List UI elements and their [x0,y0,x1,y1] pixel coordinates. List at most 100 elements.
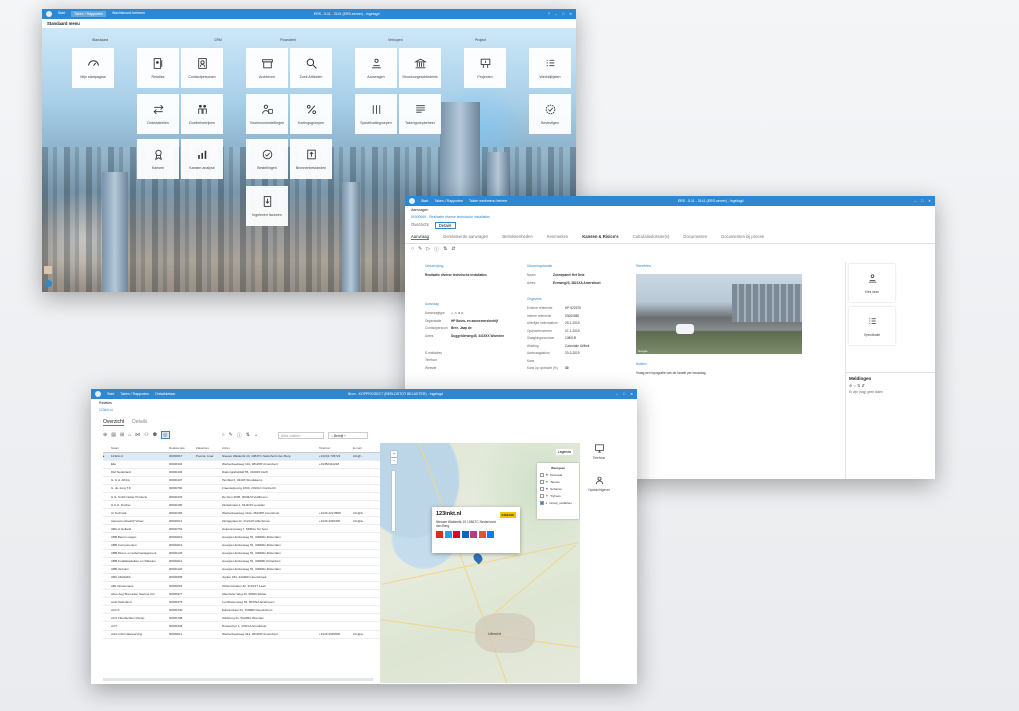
tab-gerelateerde-aanvragen[interactable]: Gerelateerde aanvragen [443,234,488,240]
tile-bronnenbestanden[interactable]: Bronnenbestanden [290,139,332,179]
tab-documenten-bij-proces[interactable]: Documenten bij proces [721,234,764,240]
table-row[interactable]: ABB Componenten 00000013 Georgie Hintzenwe… [103,541,381,550]
refresh-icon[interactable]: ○ [222,432,225,438]
twitter-icon[interactable] [444,531,452,538]
card-icon[interactable]: ▤ [111,432,116,438]
info-icon[interactable]: ⓘ [237,432,242,439]
zoom-slider[interactable] [392,471,395,531]
tile-zoek-artikelen[interactable]: Zoek Artikelen [290,48,332,88]
maximize-icon[interactable]: □ [623,392,625,396]
tile-relaties[interactable]: Relaties [137,48,179,88]
column-header[interactable]: Zakacties [196,445,222,453]
tile-kansen-analyse[interactable]: Kansen analyse [181,139,223,179]
add-person-icon[interactable]: ⊕ [103,432,107,438]
filter-select[interactable]: ⌕ Bedrijf ▾ [328,431,369,439]
menu-wachtwoord[interactable]: Wachtwoord beheren [112,11,145,17]
table-row[interactable]: Actiz Informatiewerving 00000011 Werkenbee… [103,630,381,639]
checkbox[interactable] [540,494,544,498]
edit-icon[interactable]: ✎ [229,432,233,438]
map-view-icon[interactable]: ◎ [161,431,170,439]
tab-documenten[interactable]: Documenten [683,234,707,240]
close-icon[interactable]: ✕ [630,392,633,396]
linkedin-icon[interactable] [461,531,469,538]
tile-bevestigen[interactable]: Bevestigen [529,94,571,134]
column-header[interactable] [103,445,111,453]
tab-kenmerken[interactable]: Kenmerken [547,234,568,240]
table-row[interactable]: ACS Fiberfachten (illyria) 00000798 Stinkb… [103,613,381,623]
layer-item[interactable]: ⚑ Dorsvaal [540,473,576,477]
tab-calculatiedossiers[interactable]: Calculatiedossier(s) [633,234,670,240]
breadcrumb[interactable]: Relaties [91,399,637,407]
aanvraagtype-icons[interactable]: ◇ ⚠ ● ⊡ [451,311,464,315]
facebook-icon[interactable] [487,531,494,538]
table-row[interactable]: H.G.K. Fischer 00000180 Zinderlmaat 1, 621… [103,500,381,510]
table-row[interactable]: DHI Nederland 00000436 Dieburgrahofdalf 55… [103,468,381,477]
field-value[interactable]: Bree, Jaap de [451,326,472,330]
tile-voorkeurs[interactable]: Voorkeursinstellingen [246,94,288,134]
tile-takengroep[interactable]: Takengroepbeheer [399,94,441,134]
quick-action-specificatie[interactable]: Specificatie [849,307,895,345]
table-row[interactable]: Acal Nederland 00000075 Luchthavenweg 53, … [103,597,381,607]
tile-structuur[interactable]: Structuurgeschiedenis [399,48,441,88]
tab-aanvraag[interactable]: Aanvraag [411,234,429,240]
legend-toggle[interactable]: Legenda [556,449,573,455]
chevron-down-icon[interactable]: ⌄ [254,432,258,438]
play-icon[interactable]: ▷ [426,246,430,253]
avatar[interactable] [44,266,52,274]
table-row[interactable]: ABB Direct- en kabelmanagement 00000126 Ge… [103,549,381,558]
close-icon[interactable]: ✕ [928,199,931,203]
column-header[interactable]: Relatiecode [169,445,196,453]
layer-item[interactable]: ⚑ Tanium [540,480,576,484]
instagram-icon[interactable] [470,531,477,538]
help-icon[interactable]: ? [548,12,550,16]
tile-doelbeheer[interactable]: Doelbeheerijsen [181,94,223,134]
maximize-icon[interactable]: □ [921,199,923,203]
map-info-card[interactable]: 123inkt.nl Nieuwe Walderitk 10 1084TC Ne… [432,507,520,553]
tab-kansen-risicos[interactable]: Kansen & Risico's [582,234,618,240]
tab-overzicht[interactable]: Overzicht [411,222,429,229]
breadcrumb[interactable]: Aanvragen [405,206,935,214]
table-row[interactable]: Elle 00000434 Werkenbeekweg 101, 3812RP Am… [103,460,381,469]
zoom-in-button[interactable]: + [391,451,397,457]
tile-kortingsgroepen[interactable]: Kortingsgroepen [290,94,332,134]
tile-werkbijlijsten[interactable]: Werkbijlijsten [529,48,571,88]
field-value[interactable]: HP Bouw- en aannemersbedrijf [451,319,498,323]
column-header[interactable]: Adres [222,445,319,453]
meldingen-tools[interactable]: ⊕ ○ ⇅ ⇵ [849,383,933,388]
streetview-photo[interactable]: Google [636,274,802,354]
menu-taken-werkmenu[interactable]: Taken werkmenu beheer [469,199,507,203]
table-row[interactable]: Ar Technisk 00000184 Werkenbeekweg 112a, 3… [103,508,381,518]
search-input[interactable]: Alles zoeken [278,431,325,439]
table-row[interactable]: ABB Vertulen 00000120 Georgie Hintzenweg 8… [103,565,381,574]
table-row[interactable]: Abus Aug Bremicker Soehne KG 00000977 Alte… [103,589,381,599]
edit-icon[interactable]: ✎ [418,246,422,253]
menu-start[interactable]: Start [58,11,65,17]
tile-bestellingen[interactable]: Bestellingen [246,139,288,179]
youtube-icon[interactable] [436,531,443,538]
table-row[interactable]: ACT 00000438 Dinwetcher 1, 4702LA Stroobhu… [103,621,381,631]
org-icon[interactable]: ⊞ [120,432,124,438]
side-button-telefoon[interactable]: Telefoon [585,443,613,460]
column-header[interactable]: E-mail [353,445,381,453]
menu-taken-rapporten[interactable]: Taken / Rapporten [120,392,149,396]
pinterest-icon[interactable] [453,531,460,538]
table-row[interactable]: ACCS 00000440 Edisonstraat 34, 7009RD Doet… [103,605,381,615]
tile-kansen[interactable]: Kansen [137,139,179,179]
zoom-out-button[interactable]: − [391,458,397,464]
checkbox[interactable] [540,487,544,491]
google-icon[interactable] [478,531,486,538]
table-row[interactable]: H.G. Smith Nolter Products 00000433 De Kiu… [103,492,381,502]
table-row[interactable]: G. & H. Alfrink 00000437 Tarnblat 6, 3340X… [103,476,381,485]
menu-taken-rapporten[interactable]: Taken / Rapporten [434,199,463,203]
menu-ontwikkelaar[interactable]: Ontwikkelaar [155,392,175,396]
table-row[interactable]: ABC ADAMAS 00000605 Jupiter 184, 3444DD Ho… [103,573,381,583]
sort-icon[interactable]: ⇅ [443,246,447,253]
tile-projecten[interactable]: Projecten [464,48,506,88]
merge-icon[interactable]: ⋈ [135,432,140,438]
people-group-icon[interactable]: ⚉ [153,432,157,438]
tab-betrokkenheden[interactable]: Betrokkenheden [502,234,533,240]
menu-taken-rapporten[interactable]: Taken / Rapporten [71,11,107,17]
minimize-icon[interactable]: – [616,392,618,396]
horizontal-scrollbar[interactable] [103,678,373,681]
menu-start[interactable]: Start [107,392,114,396]
